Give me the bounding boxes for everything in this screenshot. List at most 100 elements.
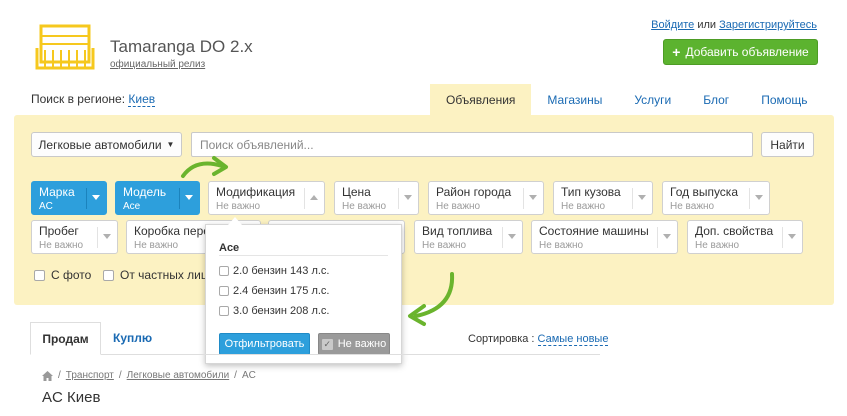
option-label: 2.4 бензин 175 л.с. [233,285,330,297]
filter-title: Марка [39,185,75,199]
chevron-down-icon [529,195,537,200]
chevron-down-icon [508,234,516,239]
nav-item-services[interactable]: Услуги [618,84,687,115]
modification-option[interactable]: 2.4 бензин 175 л.с. [219,285,329,297]
modification-option[interactable]: 2.0 бензин 143 л.с. [219,265,329,277]
site-subtitle-link[interactable]: официальный релиз [110,59,205,70]
filter-model[interactable]: Модель Ace [115,181,200,215]
region-link[interactable]: Киев [128,92,156,107]
apply-filter-button[interactable]: Отфильтровать [219,333,310,355]
filter-value: Не важно [561,201,606,212]
filter-value: Ace [123,201,141,212]
category-select[interactable]: Легковые автомобили ▼ [31,132,182,157]
curved-arrow-icon [408,272,455,326]
site-title: Tamaranga DO 2.x [110,37,253,56]
chevron-up-icon [310,195,318,200]
caret-down-icon: ▼ [166,140,175,149]
home-icon[interactable] [42,370,53,381]
checkbox-box[interactable] [103,269,114,281]
private-sellers-label: От частных лиц [120,268,208,282]
breadcrumb-item[interactable]: Транспорт [66,370,114,381]
filter-title: Цена [342,185,371,199]
nav-item-shops[interactable]: Магазины [531,84,618,115]
filter-value: Не важно [216,201,261,212]
filter-value: Не важно [436,201,481,212]
check-icon: ✓ [321,338,333,350]
find-button[interactable]: Найти [761,132,814,157]
filter-body-type[interactable]: Тип кузова Не важно [553,181,653,215]
checkbox-box[interactable] [219,286,229,296]
filter-divider [86,188,87,209]
option-label: 3.0 бензин 208 л.с. [233,305,330,317]
curved-arrow-icon [181,156,228,178]
breadcrumb-item[interactable]: Легковые автомобили [127,370,230,381]
filter-district[interactable]: Район города Не важно [428,181,544,215]
filter-value: Не важно [39,240,84,251]
filter-divider [632,188,633,209]
with-photo-label: С фото [51,268,92,282]
breadcrumb: / Транспорт / Легковые автомобили / AC [42,370,256,381]
logo-icon[interactable] [33,22,97,72]
chevron-down-icon [92,195,100,200]
checkbox-box[interactable] [34,269,45,281]
with-photo-checkbox[interactable]: С фото [34,268,91,282]
chevron-down-icon [185,195,193,200]
auth-links: Войдите или Зарегистрируйтесь [651,19,817,31]
nav-item-blog[interactable]: Блог [687,84,745,115]
category-select-label: Легковые автомобили [38,137,162,152]
filter-mileage[interactable]: Пробег Не важно [31,220,118,254]
filter-divider [523,188,524,209]
tab-buy[interactable]: Куплю [113,331,152,345]
modification-dropdown: Ace 2.0 бензин 143 л.с. 2.4 бензин 175 л… [205,224,402,364]
filter-divider [97,227,98,248]
sort-control: Сортировка : Самые новые [468,333,609,346]
auth-or-text: или [694,19,720,31]
not-important-label: Не важно [337,338,387,350]
breadcrumb-separator: / [234,370,237,381]
region-selector: Поиск в регионе: Киев [31,92,156,107]
filter-title: Район города [436,185,512,199]
filter-divider [782,227,783,248]
add-listing-button[interactable]: + Добавить объявление [663,39,818,65]
tab-sell[interactable]: Продам [30,322,101,355]
chevron-down-icon [404,195,412,200]
filter-year[interactable]: Год выпуска Не важно [662,181,770,215]
filter-modification[interactable]: Модификация Не важно [208,181,325,215]
dropdown-caret-icon [228,217,242,225]
option-label: 2.0 бензин 143 л.с. [233,265,330,277]
filter-value: Не важно [422,240,467,251]
main-nav: Объявления Магазины Услуги Блог Помощь [430,84,824,115]
filter-value: Не важно [134,240,179,251]
filter-price[interactable]: Цена Не важно [334,181,419,215]
filter-condition[interactable]: Состояние машины Не важно [531,220,678,254]
filter-brand[interactable]: Марка AC [31,181,107,215]
chevron-down-icon [103,234,111,239]
login-link[interactable]: Войдите [651,19,694,31]
checkbox-box[interactable] [219,266,229,276]
filter-divider [179,188,180,209]
breadcrumb-current: AC [241,370,256,381]
modification-option[interactable]: 3.0 бензин 208 л.с. [219,305,329,317]
filter-title: Доп. свойства [695,224,774,238]
filter-fuel[interactable]: Вид топлива Не важно [414,220,523,254]
register-link[interactable]: Зарегистрируйтесь [719,19,817,31]
checkbox-box[interactable] [219,306,229,316]
nav-item-listings[interactable]: Объявления [430,84,532,115]
page-title: AC Киев [42,389,101,406]
nav-item-help[interactable]: Помощь [745,84,823,115]
filter-value: Не важно [670,201,715,212]
sort-label: Сортировка : [468,333,538,345]
private-sellers-checkbox[interactable]: От частных лиц [103,268,208,282]
filter-extras[interactable]: Доп. свойства Не важно [687,220,803,254]
plus-icon: + [672,44,681,60]
filter-value: AC [39,201,53,212]
region-label: Поиск в регионе: [31,92,129,106]
not-important-button[interactable]: ✓ Не важно [318,333,390,355]
filter-value: Не важно [695,240,740,251]
chevron-down-icon [788,234,796,239]
filter-divider [398,188,399,209]
search-input[interactable] [191,132,753,157]
dropdown-title: Ace [219,242,240,254]
filter-title: Пробег [39,224,79,238]
sort-link[interactable]: Самые новые [537,333,609,346]
